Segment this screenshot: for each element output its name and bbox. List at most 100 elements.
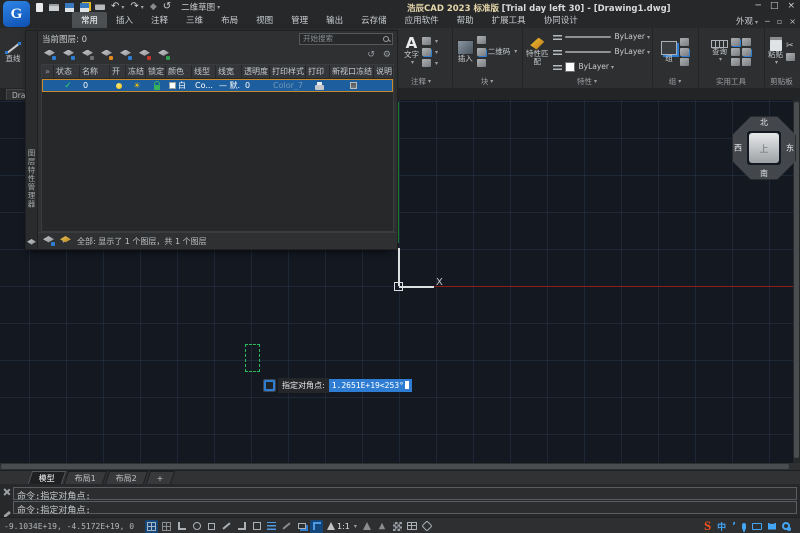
undo-icon[interactable]: ↶ — [111, 2, 124, 13]
doc-minimize-button[interactable]: ─ — [765, 17, 770, 26]
layer-unlock-icon[interactable] — [154, 85, 160, 90]
col-status[interactable]: 状态 — [54, 65, 80, 79]
compass-north[interactable]: 北 — [760, 117, 768, 128]
col-linetype[interactable]: 线型 — [192, 65, 216, 79]
command-input-line[interactable]: 命令:指定对角点: — [13, 501, 797, 514]
horizontal-scrollbar-thumb[interactable] — [1, 464, 789, 469]
col-description[interactable]: 说明 — [374, 65, 393, 79]
appearance-dropdown[interactable]: 外观 — [736, 15, 758, 27]
layer-row-0[interactable]: ✓ 0 ☀ 白 Co... — 默. 0 Color_7 — [42, 79, 393, 92]
utilities-panel-label[interactable]: 实用工具 — [698, 75, 764, 87]
match-properties-button[interactable]: 特性匹配 — [524, 38, 550, 66]
lineweight-dropdown[interactable]: ByLayer — [553, 45, 650, 58]
ime-skin-icon[interactable] — [768, 523, 776, 530]
group-panel-label[interactable]: 组 — [652, 75, 698, 87]
tab-annotate[interactable]: 注释 — [142, 12, 177, 28]
col-plot-style[interactable]: 打印样式 — [270, 65, 306, 79]
3d-cube-icon[interactable]: ◆ — [150, 2, 157, 12]
ime-language-icon[interactable]: 中 — [717, 520, 726, 533]
dynamic-ucs-icon[interactable] — [310, 520, 323, 533]
snap-marker-icon[interactable] — [235, 520, 248, 533]
copy-icon[interactable] — [786, 53, 795, 61]
line-tool-button[interactable]: 直线 — [5, 41, 21, 63]
tab-cloud[interactable]: 云存储 — [352, 12, 396, 28]
calculator-button[interactable] — [731, 38, 751, 46]
tab-3d[interactable]: 三维 — [177, 12, 212, 28]
new-layer-button[interactable] — [101, 50, 113, 60]
linetype-dropdown[interactable]: ByLayer — [553, 30, 650, 43]
redo-icon[interactable]: ↷ — [130, 2, 143, 13]
tab-help[interactable]: 帮助 — [448, 12, 483, 28]
col-plot[interactable]: 打印 — [306, 65, 330, 79]
insert-block-button[interactable]: 插入 — [457, 40, 474, 63]
selection-cycling-icon[interactable] — [295, 520, 308, 533]
palette-title-strip[interactable]: 图层特性管理器 — [25, 30, 37, 250]
ime-logo-icon[interactable]: S — [704, 518, 711, 533]
col-name[interactable]: 名称 — [80, 65, 110, 79]
tab-collaboration[interactable]: 协同设计 — [535, 12, 587, 28]
block-edit-button[interactable] — [477, 59, 518, 67]
compass-east[interactable]: 东 — [786, 143, 794, 154]
group-select-button[interactable] — [680, 58, 689, 66]
add-layout-button[interactable]: + — [146, 471, 175, 484]
tab-layout2[interactable]: 布局2 — [105, 471, 148, 484]
ime-microphone-icon[interactable] — [742, 523, 746, 530]
layer-settings-dropdown-icon[interactable] — [60, 236, 72, 246]
group-edit-button[interactable] — [680, 48, 689, 56]
layer-state-button[interactable] — [82, 50, 94, 60]
layer-freeze-icon[interactable]: ☀ — [133, 82, 140, 90]
annotate-panel-label[interactable]: 注释 — [390, 75, 452, 87]
ime-punctuation-icon[interactable]: ’ — [732, 521, 736, 532]
annotation-scale-control[interactable]: 1:1 — [327, 522, 357, 531]
tab-layout[interactable]: 布局 — [212, 12, 247, 28]
col-on[interactable]: 开 — [110, 65, 126, 79]
layer-vp-freeze-icon[interactable] — [350, 82, 357, 89]
new-layer-vp-button[interactable] — [120, 50, 132, 60]
col-lineweight[interactable]: 线宽 — [216, 65, 242, 79]
table-tool-button[interactable] — [422, 36, 438, 45]
leader-tool-button[interactable] — [422, 47, 438, 56]
point-style-button[interactable] — [731, 58, 751, 66]
dimension-tool-button[interactable] — [422, 58, 438, 67]
refresh-icon[interactable]: ↺ — [163, 2, 171, 12]
layer-name[interactable]: 0 — [81, 80, 111, 91]
tab-express-tools[interactable]: 扩展工具 — [483, 12, 535, 28]
layer-lineweight[interactable]: — 默. — [217, 80, 243, 91]
tab-layout1[interactable]: 布局1 — [64, 471, 107, 484]
isolate-objects-icon[interactable] — [391, 520, 404, 533]
layer-color-swatch[interactable] — [169, 82, 176, 89]
refresh-layers-icon[interactable]: ↺ — [367, 50, 375, 60]
ime-toolbox-icon[interactable] — [782, 522, 790, 530]
snap-mode-icon[interactable] — [145, 520, 158, 533]
navigation-compass[interactable]: 上 北 东 南 西 — [732, 116, 796, 180]
text-button[interactable]: A 文字 — [404, 36, 419, 67]
maximize-button[interactable]: □ — [770, 1, 779, 11]
col-transparency[interactable]: 透明度 — [242, 65, 270, 79]
open-file-icon[interactable] — [49, 4, 59, 11]
col-vp-freeze[interactable]: 新视口冻结 — [330, 65, 374, 79]
save-as-icon[interactable] — [80, 3, 89, 12]
tab-manage[interactable]: 管理 — [282, 12, 317, 28]
layer-plot-icon[interactable] — [315, 85, 324, 90]
layer-list-empty-area[interactable] — [42, 92, 393, 231]
group-button[interactable]: 组 — [661, 41, 677, 63]
collapse-filters-chevron[interactable]: » — [42, 65, 54, 79]
ime-keyboard-icon[interactable] — [752, 523, 762, 530]
tab-model[interactable]: 模型 — [28, 471, 66, 484]
doc-restore-button[interactable]: ▫ — [777, 17, 782, 26]
set-current-layer-button[interactable] — [158, 50, 170, 60]
clipboard-panel-label[interactable]: 剪贴板 — [764, 75, 799, 87]
paste-button[interactable]: 粘贴 — [768, 37, 783, 67]
object-snap-icon[interactable] — [205, 520, 218, 533]
save-icon[interactable] — [65, 3, 74, 12]
tab-view[interactable]: 视图 — [247, 12, 282, 28]
auto-annotation-icon[interactable] — [376, 520, 389, 533]
layer-transparency[interactable]: 0 — [243, 80, 271, 91]
layer-search-input[interactable]: 开始搜索 — [299, 33, 393, 45]
annotation-visibility-icon[interactable] — [361, 520, 374, 533]
block-panel-label[interactable]: 块 — [452, 75, 522, 87]
col-color[interactable]: 颜色 — [166, 65, 192, 79]
layer-settings-icon[interactable]: ⚙ — [383, 50, 391, 60]
minimize-button[interactable]: ─ — [756, 1, 761, 11]
tab-output[interactable]: 输出 — [317, 12, 352, 28]
